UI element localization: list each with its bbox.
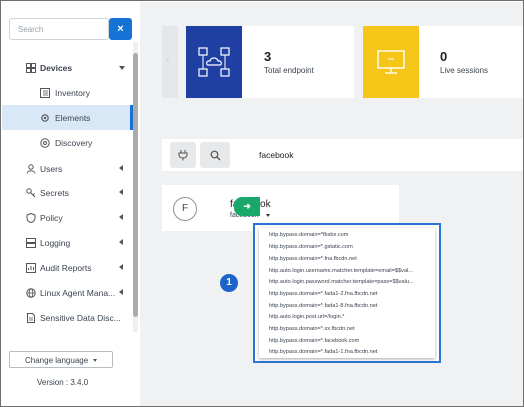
sidebar-item-audit-reports[interactable]: Audit Reports: [2, 255, 132, 280]
chevron-down-icon: [93, 359, 97, 362]
app-version: Version : 3.4.0: [37, 378, 89, 387]
dropdown-menu: http.bypass.domain=*fbsbx.com http.bypas…: [259, 228, 435, 358]
sidebar-item-label: Sensitive Data Disc...: [40, 313, 121, 323]
dropdown-item[interactable]: http.bypass.domain=*.fada1-2.fna.fbcdn.n…: [269, 291, 377, 297]
sidebar: Search × Devices Inventory Elements Disc…: [2, 2, 139, 406]
sidebar-item-label: Users: [40, 164, 63, 174]
list-icon: [39, 87, 50, 98]
chevron-left-icon: [119, 165, 123, 171]
live-sessions-label: Live sessions: [440, 66, 489, 75]
shield-icon: [25, 212, 36, 223]
stat-card-endpoints: 3 Total endpoint: [186, 26, 354, 98]
change-language-label: Change language: [25, 356, 89, 365]
total-endpoint-label: Total endpoint: [264, 66, 314, 75]
filter-toggle-button[interactable]: [170, 142, 196, 168]
filter-bar: facebook: [162, 139, 523, 171]
dropdown-item[interactable]: http.bypass.domain=*.xx.fbcdn.net: [269, 326, 355, 332]
sidebar-item-secrets[interactable]: Secrets: [2, 180, 132, 205]
chevron-left-icon: [119, 264, 123, 270]
chevron-down-icon: [119, 66, 125, 70]
avatar: F: [173, 197, 197, 221]
app-window: Search × Devices Inventory Elements Disc…: [0, 0, 524, 407]
sidebar-item-label: Policy: [40, 213, 63, 223]
sidebar-item-label: Discovery: [55, 138, 93, 148]
total-endpoint-value: 3: [264, 49, 272, 64]
dropdown-item[interactable]: http.bypass.domain=*.gstatic.com: [269, 244, 353, 250]
highlight-box: http.bypass.domain=*fbsbx.com http.bypas…: [253, 223, 441, 363]
sidebar-item-discovery[interactable]: Discovery: [2, 130, 132, 155]
monitor-icon: [363, 26, 419, 98]
launch-arrow-button[interactable]: ➜: [234, 197, 260, 216]
dropdown-item[interactable]: http.bypass.domain=*.facebook.com: [269, 338, 359, 344]
carousel-prev-button[interactable]: ‹: [162, 26, 178, 98]
change-language-button[interactable]: Change language: [9, 351, 113, 368]
chevron-left-icon: [119, 239, 123, 245]
sidebar-item-devices[interactable]: Devices: [2, 55, 132, 80]
document-icon: [25, 312, 36, 323]
sidebar-item-policy[interactable]: Policy: [2, 205, 132, 230]
stat-card-live-sessions: 0 Live sessions: [363, 26, 523, 98]
chevron-left-icon: [119, 189, 123, 195]
logging-icon: [25, 237, 36, 248]
sidebar-scrollbar[interactable]: [133, 53, 138, 317]
sidebar-item-elements[interactable]: Elements: [2, 105, 133, 130]
sidebar-item-label: Secrets: [40, 188, 69, 198]
sidebar-search-input[interactable]: Search: [9, 18, 109, 40]
radar-icon: [39, 137, 50, 148]
sidebar-item-label: Audit Reports: [40, 263, 92, 273]
search-clear-button[interactable]: ×: [109, 18, 132, 40]
key-icon: [25, 187, 36, 198]
chevron-left-icon: ‹: [166, 54, 170, 65]
live-sessions-value: 0: [440, 49, 448, 64]
sidebar-item-label: Elements: [55, 113, 91, 123]
callout-badge: 1: [220, 274, 238, 292]
search-button[interactable]: [200, 142, 230, 168]
sidebar-item-inventory[interactable]: Inventory: [2, 80, 132, 105]
sidebar-item-label: Logging: [40, 238, 71, 248]
sidebar-item-label: Inventory: [55, 88, 90, 98]
network-endpoint-icon: [186, 26, 242, 98]
devices-icon: [25, 62, 36, 73]
dropdown-item[interactable]: http.bypass.domain=*.fada1-1.fna.fbcdn.n…: [269, 349, 377, 355]
user-icon: [25, 163, 36, 174]
sidebar-item-users[interactable]: Users: [2, 156, 132, 181]
search-icon: [210, 150, 220, 160]
sidebar-item-label: Devices: [40, 63, 73, 73]
gear-icon: [39, 112, 50, 123]
sidebar-item-logging[interactable]: Logging: [2, 230, 132, 255]
dropdown-item[interactable]: http.bypass.domain=*fbsbx.com: [269, 232, 348, 238]
search-input[interactable]: facebook: [259, 150, 294, 160]
dropdown-item[interactable]: http.auto.login.username.matcher.templat…: [269, 268, 413, 274]
plug-icon: [178, 150, 188, 161]
dropdown-item[interactable]: http.bypass.domain=*.fada1-8.fna.fbcdn.n…: [269, 303, 377, 309]
report-icon: [25, 262, 36, 273]
sidebar-item-label: Linux Agent Mana...: [40, 288, 116, 298]
globe-icon: [25, 287, 36, 298]
dropdown-item[interactable]: http.auto.login.post.url=/login.*: [269, 314, 344, 320]
dropdown-item[interactable]: http.auto.login.password.matcher.templat…: [269, 279, 414, 285]
chevron-down-icon: [266, 214, 270, 217]
sidebar-item-sensitive-data[interactable]: Sensitive Data Disc...: [2, 305, 132, 330]
chevron-left-icon: [119, 214, 123, 220]
dropdown-item[interactable]: http.bypass.domain=*.fna.fbcdn.net: [269, 256, 357, 262]
sidebar-item-linux-agent[interactable]: Linux Agent Mana...: [2, 280, 132, 305]
chevron-left-icon: [119, 289, 123, 295]
